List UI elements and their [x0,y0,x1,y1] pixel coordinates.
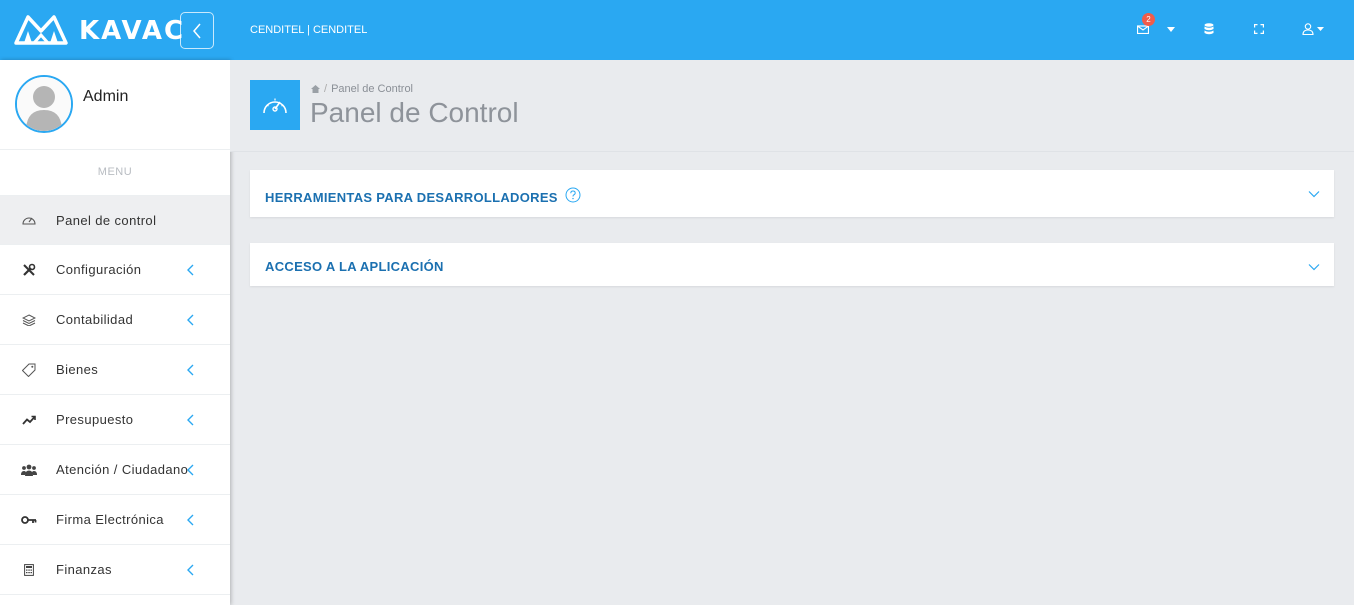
sidebar-item-label: Contabilidad [56,312,134,327]
sidebar-item-label: Finanzas [56,562,112,577]
organization-name: CENDITEL | CENDITEL [250,24,368,36]
chevron-down-icon[interactable] [1308,263,1320,271]
trend-up-icon [21,412,37,428]
brand-name: KAVAC [79,16,186,46]
application-access-panel[interactable]: ACCESO A LA APLICACIÓN [250,243,1334,286]
sidebar-item-bienes[interactable]: Bienes [0,345,230,395]
kavac-logo-icon [14,15,68,45]
chevron-left-icon [187,314,194,325]
sidebar-item-presupuesto[interactable]: Presupuesto [0,395,230,445]
chevron-left-icon [187,264,194,275]
chevron-left-icon [187,514,194,525]
panel-title: HERRAMIENTAS PARA DESARROLLADORES [265,190,558,205]
chevron-left-icon [187,464,194,475]
user-panel: Admin [0,60,230,150]
breadcrumb: / Panel de Control [311,83,413,95]
chevron-left-icon [187,364,194,375]
sidebar-item-label: Presupuesto [56,412,134,427]
sidebar-item-label: Atención / Ciudadano [56,462,189,477]
home-icon[interactable] [311,85,320,93]
menu-header: MENU [0,150,230,196]
sidebar-item-label: Bienes [56,362,99,377]
calculator-icon [21,562,37,578]
panel-title: ACCESO A LA APLICACIÓN [265,259,444,274]
page-header: / Panel de Control Panel de Control [230,60,1354,152]
breadcrumb-current: Panel de Control [331,83,414,95]
developer-tools-panel[interactable]: HERRAMIENTAS PARA DESARROLLADORES [250,170,1334,217]
caret-down-icon [1167,26,1175,32]
chevron-left-icon [187,564,194,575]
database-button[interactable] [1202,18,1216,40]
sidebar-item-configuracion[interactable]: Configuración [0,245,230,295]
sidebar-item-label: Firma Electrónica [56,512,164,527]
key-icon [21,512,37,528]
caret-down-icon [1317,27,1324,31]
notification-badge: 2 [1142,13,1155,26]
breadcrumb-separator: / [324,83,328,95]
user-menu-button[interactable] [1300,18,1326,40]
page-icon [250,80,300,130]
username: Admin [83,88,129,105]
fullscreen-icon [1254,24,1264,34]
sidebar: Admin MENU Panel de control Configuració… [0,60,230,605]
tag-icon [21,362,37,378]
sidebar-item-firma-electronica[interactable]: Firma Electrónica [0,495,230,545]
sidebar-item-finanzas[interactable]: Finanzas [0,545,230,595]
sidebar-item-label: Configuración [56,262,142,277]
chevron-left-icon [187,414,194,425]
database-icon [1204,23,1214,35]
sidebar-toggle-button[interactable] [180,12,214,49]
fullscreen-button[interactable] [1252,18,1266,40]
chevron-left-icon [193,23,201,38]
speedometer-icon [263,98,287,114]
user-avatar-icon [17,77,71,131]
sidebar-item-label: Panel de control [56,212,157,228]
avatar[interactable] [15,75,73,133]
help-icon[interactable] [565,187,581,203]
sidebar-item-panel-de-control[interactable]: Panel de control [0,196,230,245]
users-icon [21,462,37,478]
sidebar-item-contabilidad[interactable]: Contabilidad [0,295,230,345]
brand-area: KAVAC [0,0,230,60]
tools-icon [21,262,37,278]
top-header: CENDITEL | CENDITEL 2 [230,0,1354,60]
page-title: Panel de Control [310,97,519,128]
notifications-dropdown-button[interactable] [1165,18,1177,40]
dashboard-icon [21,212,37,228]
layers-icon [21,312,37,328]
user-icon [1302,23,1314,35]
sidebar-item-atencion-ciudadano[interactable]: Atención / Ciudadano [0,445,230,495]
chevron-down-icon[interactable] [1308,190,1320,198]
